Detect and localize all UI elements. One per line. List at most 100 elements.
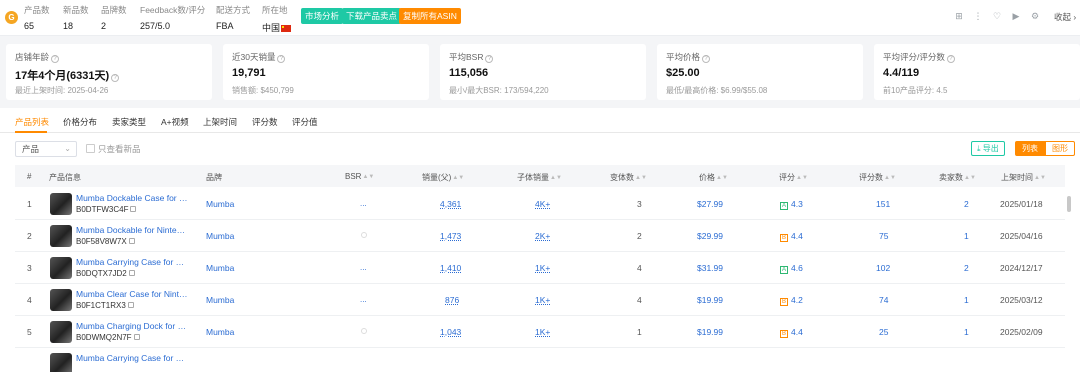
view-chart-button[interactable]: 图形 — [1045, 141, 1075, 156]
brand-link[interactable]: Mumba — [206, 263, 234, 273]
tab-listing-date[interactable]: 上架时间 — [203, 116, 237, 128]
product-thumbnail[interactable] — [50, 289, 72, 311]
listing-date: 2024/12/17 — [1000, 263, 1043, 273]
parent-sales-link[interactable]: 876 — [445, 295, 459, 305]
stat-label: 产品数 — [24, 5, 50, 15]
product-thumbnail[interactable] — [50, 225, 72, 247]
select-value: 产品 — [22, 144, 40, 154]
review-count: 151 — [876, 199, 891, 209]
seller-count: 1 — [964, 295, 969, 305]
copy-icon[interactable] — [128, 238, 135, 244]
market-analysis-button[interactable]: 市场分析 — [301, 8, 344, 24]
settings-icon[interactable]: ⚙ — [1029, 10, 1041, 22]
tab-seller-type[interactable]: 卖家类型 — [112, 116, 146, 128]
collapse-button[interactable]: 收起 › — [1054, 11, 1076, 23]
rating-grade-badge: B — [780, 298, 788, 306]
top-bar: G 产品数 65 新品数 18 品牌数 2 Feedback数/评分 257/5… — [0, 0, 1080, 36]
product-thumbnail[interactable] — [50, 321, 72, 343]
chevron-down-icon: ⌄ — [64, 144, 71, 153]
bsr-loading-icon — [361, 328, 367, 334]
listing-date: 2025/02/09 — [1000, 327, 1043, 337]
copy-icon[interactable] — [130, 206, 137, 212]
product-title-link[interactable]: Mumba Carrying Case for Nintendo Switch — [76, 353, 188, 363]
copy-icon[interactable] — [127, 302, 134, 308]
col-parent-sales[interactable]: 销量(父)▲▼ — [422, 172, 464, 183]
tab-price-distribution[interactable]: 价格分布 — [63, 116, 97, 128]
card-30day-sales: 近30天销量? 19,791 销售额: $450,799 — [223, 44, 429, 100]
rating-cell: B 4.4 — [780, 327, 803, 338]
download-icon: ⤓ — [977, 144, 981, 153]
rating-cell: B 4.4 — [780, 231, 803, 242]
product-type-select[interactable]: 产品 ⌄ — [15, 141, 77, 157]
table-row[interactable]: 4 Mumba Clear Case for Nintendo Switch B… — [15, 284, 1065, 316]
card-value: $25.00 — [666, 67, 700, 79]
export-button[interactable]: ⤓ 导出 — [971, 141, 1005, 156]
table-scrollbar[interactable] — [1067, 188, 1071, 372]
parent-sales-link[interactable]: 4,361 — [440, 199, 461, 209]
table-scrollbar-thumb[interactable] — [1067, 196, 1071, 212]
product-thumbnail[interactable] — [50, 353, 72, 372]
parent-sales-link[interactable]: 1,410 — [440, 263, 461, 273]
parent-sales-link[interactable]: 1,043 — [440, 327, 461, 337]
variant-count: 2 — [637, 231, 642, 241]
card-sub: 最近上架时间: 2025-04-26 — [15, 86, 109, 95]
tab-aplus-video[interactable]: A+视频 — [161, 116, 189, 128]
product-title-link[interactable]: Mumba Dockable Case for Nintendo Switch — [76, 193, 188, 203]
child-sales-link[interactable]: 2K+ — [535, 231, 550, 241]
copy-all-asin-button[interactable]: 复制所有ASIN — [399, 8, 461, 24]
product-thumbnail[interactable] — [50, 193, 72, 215]
table-row[interactable]: 3 Mumba Carrying Case for Nintendo Switc… — [15, 252, 1065, 284]
copy-icon[interactable] — [128, 270, 135, 276]
product-title-link[interactable]: Mumba Charging Dock for Nintendo Switch — [76, 321, 188, 331]
video-icon[interactable]: ▶ — [1010, 10, 1022, 22]
logo-icon: G — [5, 11, 18, 24]
more-vertical-icon[interactable]: ⋮ — [972, 10, 984, 22]
rating-cell: B 4.2 — [780, 295, 803, 306]
tab-rating-value[interactable]: 评分值 — [292, 116, 318, 128]
brand-link[interactable]: Mumba — [206, 327, 234, 337]
bsr-chart-link[interactable]: ... — [360, 263, 367, 272]
card-value: 19,791 — [232, 67, 266, 79]
product-thumbnail[interactable] — [50, 257, 72, 279]
table-row[interactable]: 5 Mumba Charging Dock for Nintendo Switc… — [15, 316, 1065, 348]
brand-link[interactable]: Mumba — [206, 199, 234, 209]
heart-icon[interactable]: ♡ — [991, 10, 1003, 22]
col-bsr[interactable]: BSR▲▼ — [345, 172, 374, 181]
child-sales-link[interactable]: 1K+ — [535, 327, 550, 337]
col-review-count[interactable]: 评分数▲▼ — [859, 172, 896, 183]
parent-sales-link[interactable]: 1,473 — [440, 231, 461, 241]
download-selling-points-button[interactable]: 下载产品卖点 — [342, 8, 402, 24]
col-listing-date[interactable]: 上架时间▲▼ — [1001, 172, 1046, 183]
col-variants[interactable]: 变体数▲▼ — [610, 172, 647, 183]
table-row[interactable]: 1 Mumba Dockable Case for Nintendo Switc… — [15, 188, 1065, 220]
sort-icon: ▲▼ — [716, 175, 728, 181]
review-count: 74 — [879, 295, 889, 305]
col-rating[interactable]: 评分▲▼ — [779, 172, 808, 183]
card-store-age: 店铺年龄? 17年4个月(6331天)? 最近上架时间: 2025-04-26 — [6, 44, 212, 100]
col-price[interactable]: 价格▲▼ — [699, 172, 728, 183]
tab-product-list[interactable]: 产品列表 — [15, 116, 49, 128]
table-row[interactable]: Mumba Carrying Case for Nintendo Switch — [15, 348, 1065, 372]
bsr-chart-link[interactable]: ... — [360, 295, 367, 304]
child-sales-link[interactable]: 4K+ — [535, 199, 550, 209]
listing-date: 2025/01/18 — [1000, 199, 1043, 209]
brand-link[interactable]: Mumba — [206, 231, 234, 241]
product-title-link[interactable]: Mumba Clear Case for Nintendo Switch — [76, 289, 188, 299]
child-sales-link[interactable]: 1K+ — [535, 295, 550, 305]
product-title-link[interactable]: Mumba Carrying Case for Nintendo Switch — [76, 257, 188, 267]
view-list-button[interactable]: 列表 — [1015, 141, 1045, 156]
col-seller-count[interactable]: 卖家数▲▼ — [939, 172, 976, 183]
bsr-chart-link[interactable]: ... — [360, 199, 367, 208]
child-sales-link[interactable]: 1K+ — [535, 263, 550, 273]
copy-icon[interactable] — [133, 334, 140, 340]
new-only-checkbox[interactable] — [86, 144, 95, 153]
stat-product-count: 产品数 65 — [24, 4, 50, 31]
row-index: 4 — [27, 295, 32, 305]
table-row[interactable]: 2 Mumba Dockable for Nintendo Switch B0F… — [15, 220, 1065, 252]
grid-icon[interactable]: ⊞ — [953, 10, 965, 22]
product-title-link[interactable]: Mumba Dockable for Nintendo Switch — [76, 225, 188, 235]
brand-link[interactable]: Mumba — [206, 295, 234, 305]
stat-value: 2 — [101, 21, 107, 31]
tab-review-count[interactable]: 评分数 — [252, 116, 278, 128]
col-child-sales[interactable]: 子体销量▲▼ — [517, 172, 562, 183]
